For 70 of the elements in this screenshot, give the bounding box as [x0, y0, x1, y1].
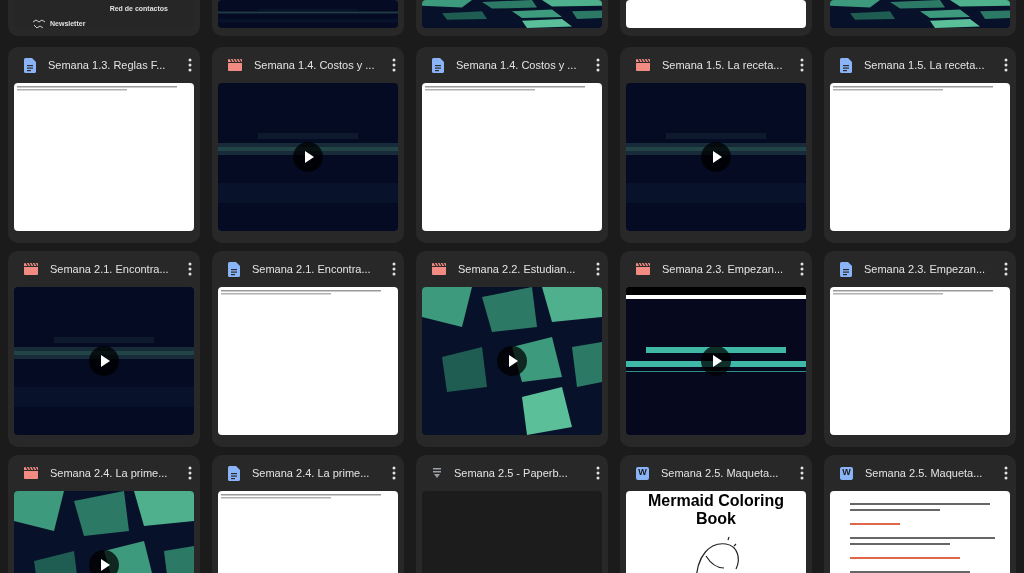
document-icon: [432, 57, 444, 73]
film-icon: [24, 263, 38, 275]
cover-title: Mermaid Coloring Book: [647, 491, 785, 528]
file-title: Semana 1.4. Costos y ...: [254, 57, 376, 73]
more-icon[interactable]: [188, 466, 192, 480]
more-icon[interactable]: [800, 466, 804, 480]
more-icon[interactable]: [1004, 466, 1008, 480]
play-icon[interactable]: [701, 142, 731, 172]
file-title: Semana 2.5. Maqueta...: [865, 465, 984, 481]
more-icon[interactable]: [1004, 262, 1008, 276]
file-card[interactable]: Semana 2.3. Empezan...: [620, 251, 812, 447]
file-title: Semana 2.1. Encontra...: [50, 261, 170, 277]
more-icon[interactable]: [596, 58, 600, 72]
file-card[interactable]: [416, 0, 608, 36]
film-icon: [636, 59, 650, 71]
file-card[interactable]: Semana 2.2. Estudian...: [416, 251, 608, 447]
film-icon: [432, 263, 446, 275]
film-icon: [228, 59, 242, 71]
play-icon[interactable]: [497, 346, 527, 376]
file-card[interactable]: Semana 2.5 - Paperb...: [416, 455, 608, 573]
document-icon: [228, 261, 240, 277]
film-icon: [24, 467, 38, 479]
file-title: Semana 1.4. Costos y ...: [456, 57, 578, 73]
film-icon: [636, 263, 650, 275]
document-icon: [228, 465, 240, 481]
file-card[interactable]: W Semana 2.5. Maqueta... Mermaid Coloring Book: [620, 455, 812, 573]
word-icon: W: [636, 466, 649, 480]
file-card[interactable]: Semana 1.3. Reglas F...: [8, 47, 200, 243]
play-icon[interactable]: [89, 346, 119, 376]
file-card[interactable]: Semana 2.4. La prime...: [212, 455, 404, 573]
more-icon[interactable]: [392, 58, 396, 72]
play-icon[interactable]: [89, 550, 119, 573]
file-card[interactable]: Semana 1.4. Costos y ...: [212, 47, 404, 243]
file-title: Semana 2.4. La prime...: [50, 465, 169, 481]
file-title: Semana 2.5 - Paperb...: [454, 465, 569, 481]
document-icon: [840, 261, 852, 277]
file-title: Semana 2.2. Estudian...: [458, 261, 577, 277]
file-card[interactable]: [620, 0, 812, 36]
file-card[interactable]: [824, 0, 1016, 36]
file-title: Semana 2.1. Encontra...: [252, 261, 372, 277]
file-card[interactable]: Semana 2.3. Empezan...: [824, 251, 1016, 447]
file-icon: [432, 467, 442, 479]
file-card[interactable]: Semana 1.5. La receta...: [824, 47, 1016, 243]
play-icon[interactable]: [701, 346, 731, 376]
more-icon[interactable]: [596, 262, 600, 276]
file-title: Semana 2.4. La prime...: [252, 465, 371, 481]
file-title: Semana 2.3. Empezan...: [864, 261, 987, 277]
file-card[interactable]: Semana 2.1. Encontra...: [8, 251, 200, 447]
file-card[interactable]: Semana 1.4. Costos y ...: [416, 47, 608, 243]
more-icon[interactable]: [188, 58, 192, 72]
file-title: Semana 2.5. Maqueta...: [661, 465, 780, 481]
file-title: Semana 1.5. La receta...: [662, 57, 784, 73]
file-title: Semana 2.3. Empezan...: [662, 261, 785, 277]
more-icon[interactable]: [1004, 58, 1008, 72]
more-icon[interactable]: [800, 262, 804, 276]
file-card[interactable]: W Semana 2.5. Maqueta...: [824, 455, 1016, 573]
file-title: Semana 1.5. La receta...: [864, 57, 986, 73]
document-icon: [24, 57, 36, 73]
more-icon[interactable]: [596, 466, 600, 480]
document-icon: [840, 57, 852, 73]
file-title: Semana 1.3. Reglas F...: [48, 57, 167, 73]
file-card[interactable]: Semana 2.1. Encontra...: [212, 251, 404, 447]
file-card[interactable]: Semana 1.5. La receta...: [620, 47, 812, 243]
file-card[interactable]: Semana 2.4. La prime...: [8, 455, 200, 573]
play-icon[interactable]: [293, 142, 323, 172]
more-icon[interactable]: [800, 58, 804, 72]
more-icon[interactable]: [188, 262, 192, 276]
more-icon[interactable]: [392, 262, 396, 276]
word-icon: W: [840, 466, 853, 480]
more-icon[interactable]: [392, 466, 396, 480]
